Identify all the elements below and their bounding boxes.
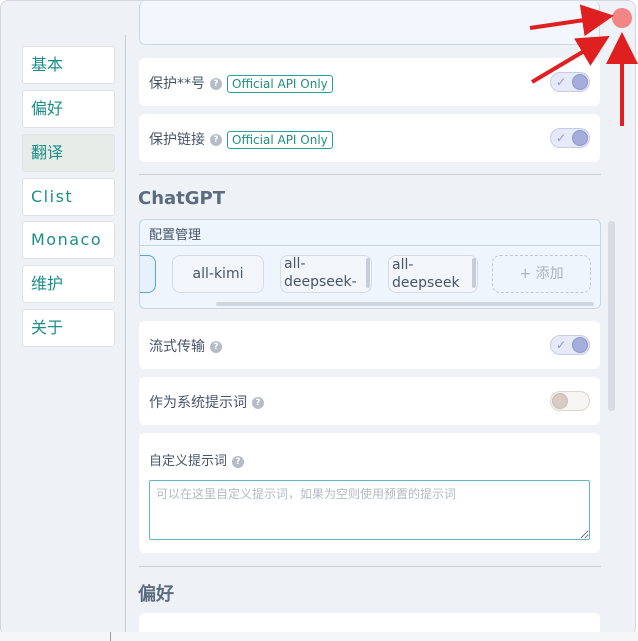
custom-prompt-card: 自定义提示词? bbox=[139, 433, 600, 553]
protect-link-label: 保护链接 bbox=[149, 132, 205, 148]
sidebar-divider bbox=[125, 35, 126, 635]
check-icon: ✓ bbox=[556, 131, 567, 145]
sidebar-item-maintenance[interactable]: 维护 bbox=[22, 265, 115, 303]
protect-link-label-group: 保护链接? Official API Only bbox=[149, 129, 333, 149]
main-vertical-scrollbar[interactable] bbox=[608, 221, 615, 411]
official-api-tag: Official API Only bbox=[227, 131, 333, 149]
protect-number-label-group: 保护**号? Official API Only bbox=[149, 73, 333, 93]
toggle-knob bbox=[572, 74, 588, 90]
sidebar-item-basic[interactable]: 基本 bbox=[22, 46, 115, 84]
sidebar-item-about[interactable]: 关于 bbox=[22, 309, 115, 347]
config-chip-label: all-kimi bbox=[192, 266, 244, 282]
toggle-knob bbox=[572, 337, 588, 353]
protect-link-row: 保护链接? Official API Only ✓ bbox=[139, 114, 600, 162]
custom-prompt-label: 自定义提示词 bbox=[149, 454, 228, 469]
stream-label: 流式传输 bbox=[149, 339, 205, 355]
section-divider bbox=[139, 566, 601, 567]
toggle-knob bbox=[572, 130, 588, 146]
sidebar-item-monaco[interactable]: Monaco bbox=[22, 221, 115, 259]
chatgpt-section-title: ChatGPT bbox=[138, 188, 226, 209]
preferences-section-title: 偏好 bbox=[138, 584, 174, 605]
check-icon: ✓ bbox=[556, 75, 567, 89]
sidebar-item-clist[interactable]: Clist bbox=[22, 178, 115, 216]
system-prompt-label: 作为系统提示词 bbox=[149, 395, 247, 411]
chip-scrollbar[interactable] bbox=[366, 258, 370, 288]
config-chip[interactable]: all-deepseek-free bbox=[280, 255, 372, 293]
config-chip[interactable]: all-kimi bbox=[172, 255, 264, 293]
config-management-title: 配置管理 bbox=[149, 228, 202, 243]
help-icon[interactable]: ? bbox=[210, 341, 222, 353]
config-horizontal-scrollbar[interactable] bbox=[216, 302, 594, 306]
close-button[interactable] bbox=[612, 8, 632, 28]
system-prompt-toggle[interactable] bbox=[550, 391, 590, 411]
config-management-header: 配置管理 bbox=[140, 220, 600, 246]
help-icon[interactable]: ? bbox=[210, 78, 222, 90]
config-chip[interactable]: all-deepseek bbox=[388, 255, 478, 293]
protect-number-toggle[interactable]: ✓ bbox=[550, 72, 590, 92]
stream-row: 流式传输? ✓ bbox=[139, 321, 600, 369]
chip-scrollbar[interactable] bbox=[472, 258, 476, 288]
section-divider bbox=[139, 174, 601, 175]
protect-link-toggle[interactable]: ✓ bbox=[550, 128, 590, 148]
config-management-panel: 配置管理 all-kimi all-deepseek-free all-deep… bbox=[139, 219, 601, 309]
config-chip-label: all-deepseek-free bbox=[284, 256, 357, 290]
custom-prompt-label-group: 自定义提示词? bbox=[149, 450, 245, 469]
help-icon[interactable]: ? bbox=[232, 455, 245, 468]
system-prompt-row: 作为系统提示词? bbox=[139, 377, 600, 425]
help-icon[interactable]: ? bbox=[210, 134, 222, 146]
custom-prompt-textarea[interactable] bbox=[149, 480, 590, 540]
background-divider bbox=[110, 632, 111, 641]
background-page-edge bbox=[0, 632, 638, 641]
help-icon[interactable]: ? bbox=[252, 397, 264, 409]
sidebar-item-translate[interactable]: 翻译 bbox=[22, 134, 115, 172]
check-icon: ✓ bbox=[556, 338, 567, 352]
protect-number-row: 保护**号? Official API Only ✓ bbox=[139, 58, 600, 106]
sidebar-item-preferences[interactable]: 偏好 bbox=[22, 90, 115, 128]
previous-panel-edge bbox=[139, 1, 600, 45]
config-chip-selected[interactable] bbox=[140, 255, 156, 293]
add-config-button[interactable]: + 添加 bbox=[492, 255, 591, 293]
stream-toggle[interactable]: ✓ bbox=[550, 335, 590, 355]
protect-number-label: 保护**号 bbox=[149, 76, 205, 92]
settings-window: 基本 偏好 翻译 Clist Monaco 维护 关于 保护**号? Offici… bbox=[0, 0, 636, 636]
system-prompt-label-group: 作为系统提示词? bbox=[149, 392, 264, 412]
toggle-knob bbox=[552, 393, 568, 409]
config-chip-label: all-deepseek bbox=[392, 257, 460, 291]
stream-label-group: 流式传输? bbox=[149, 336, 222, 356]
official-api-tag: Official API Only bbox=[227, 75, 333, 93]
